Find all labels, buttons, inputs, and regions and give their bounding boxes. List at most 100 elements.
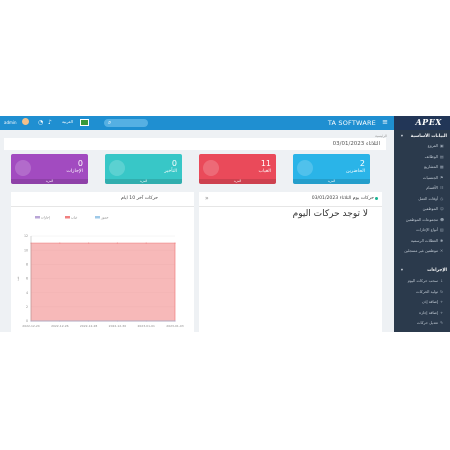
- sidebar-item[interactable]: الوظائف ▤: [425, 154, 444, 160]
- x-tick-label: 2022-12-26: [51, 324, 69, 328]
- stat-card-leaves[interactable]: 0 الإجازات المزيد: [11, 154, 88, 184]
- calendar-icon: ▥: [440, 227, 444, 232]
- x-tick-label: 2022-12-28: [80, 324, 98, 328]
- project-icon: ▦: [440, 164, 444, 169]
- date-bar: الثلاثاء 03/01/2023: [4, 138, 386, 150]
- more-link[interactable]: المزيد: [199, 179, 276, 184]
- sitemap-icon: ☷: [440, 185, 444, 190]
- top-navbar: APEX ≡ TA SOFTWARE ⌕ العربية ♪ ◔ admin: [0, 116, 450, 130]
- hamburger-icon[interactable]: ≡: [382, 118, 388, 126]
- notification-icon[interactable]: ◔: [38, 119, 43, 126]
- sidebar-item[interactable]: إضافة إجازة +: [419, 310, 444, 316]
- search-icon[interactable]: ⌕: [108, 119, 111, 127]
- sidebar-section-label: البيانات الأساسية: [410, 134, 447, 139]
- bell-icon[interactable]: ♪: [48, 119, 52, 126]
- y-tick-label: 2: [26, 305, 28, 309]
- sidebar-item[interactable]: أنواع الإجازات ▥: [416, 227, 444, 233]
- y-tick-label: 0: [26, 319, 28, 323]
- stat-card-absent[interactable]: 11 الغياب المزيد: [199, 154, 276, 184]
- stat-label: الغياب: [258, 169, 271, 174]
- sidebar-item[interactable]: موظفين غير مسجلين ✕: [404, 248, 444, 254]
- stat-card-late[interactable]: 0 التأخير المزيد: [105, 154, 182, 184]
- application-window: APEX ≡ TA SOFTWARE ⌕ العربية ♪ ◔ admin ا…: [0, 116, 450, 332]
- data-point: [174, 242, 176, 244]
- brand-area[interactable]: APEX: [394, 116, 450, 130]
- clock-icon: ◷: [440, 195, 444, 201]
- y-axis-label: عدد: [16, 276, 20, 281]
- user-x-icon: [203, 160, 219, 176]
- data-point: [59, 242, 61, 244]
- data-point: [116, 242, 118, 244]
- language-flag-icon[interactable]: [80, 119, 89, 126]
- x-tick-label: 2023-01-01: [137, 324, 155, 328]
- x-tick-label: 2022-12-30: [109, 324, 127, 328]
- app-name: TA SOFTWARE: [327, 119, 376, 127]
- today-movements-panel: حركات يوم الثلاثاء 03/01/2023 » لا توجد …: [199, 192, 382, 332]
- app-logo: APEX: [415, 117, 442, 127]
- panel-header: حركات يوم الثلاثاء 03/01/2023 »: [199, 192, 382, 207]
- avatar[interactable]: [22, 118, 29, 125]
- sidebar-item-label: الجنسيات: [422, 174, 438, 180]
- sidebar-section-actions[interactable]: الإجراءات ▾: [401, 268, 447, 273]
- more-link[interactable]: المزيد: [11, 179, 88, 184]
- stat-card-present[interactable]: 2 الحاضرين المزيد: [293, 154, 370, 184]
- y-tick-label: 8: [26, 263, 28, 267]
- stat-value: 11: [260, 159, 271, 168]
- y-tick-label: 10: [24, 248, 28, 252]
- holiday-icon: ✱: [440, 237, 444, 243]
- sidebar-item[interactable]: المشاريع ▦: [424, 164, 444, 170]
- sidebar-item[interactable]: العطلات الرسمية ✱: [411, 238, 444, 244]
- stat-value: 2: [359, 159, 365, 168]
- sidebar-item-label: الموظفين: [422, 206, 438, 211]
- series-area: [30, 242, 176, 322]
- sidebar-item[interactable]: سحب حركات اليوم ↓: [408, 278, 444, 284]
- sidebar-item[interactable]: مجموعات الموظفين ☻: [406, 217, 444, 223]
- user-x-icon: ✕: [440, 248, 444, 253]
- y-tick-label: 6: [26, 277, 28, 281]
- calendar-icon: [15, 160, 31, 176]
- search-input[interactable]: ⌕: [104, 119, 148, 127]
- plus-icon: +: [440, 309, 444, 315]
- sidebar: البيانات الأساسية ▾ الفروع ▣ الوظائف ▤ المشا…: [394, 130, 450, 332]
- user-menu[interactable]: admin: [4, 120, 17, 125]
- sidebar-item[interactable]: أوقات العمل ◷: [418, 196, 444, 202]
- sidebar-item-label: الفروع: [427, 143, 438, 148]
- sidebar-section-basic-data[interactable]: البيانات الأساسية ▾: [401, 134, 447, 139]
- sidebar-item[interactable]: الفروع ▣: [428, 143, 444, 149]
- more-link[interactable]: المزيد: [293, 179, 370, 184]
- y-tick-label: 4: [26, 291, 28, 295]
- legend-swatch: [95, 216, 100, 219]
- sidebar-item[interactable]: الأقسام ☷: [426, 185, 444, 191]
- language-selector[interactable]: العربية: [62, 119, 73, 124]
- sidebar-item[interactable]: الموظفين ☺: [423, 206, 444, 212]
- chevron-down-icon: ▾: [400, 268, 403, 273]
- flag-icon: ⚑: [440, 174, 444, 180]
- download-icon: ↓: [440, 278, 444, 283]
- sidebar-item-label: الوظائف: [424, 153, 438, 159]
- movements-area-chart: 0 2 4 6 8 10 12 عدد 2022-12-24 2022-12-26 2022-12-…: [16, 216, 184, 329]
- panel-title: حركات يوم الثلاثاء 03/01/2023: [311, 196, 374, 201]
- plus-icon: +: [440, 299, 444, 304]
- sidebar-item-label: أوقات العمل: [418, 195, 438, 201]
- stat-value: 0: [171, 159, 177, 168]
- sidebar-item[interactable]: الجنسيات ⚑: [423, 175, 444, 181]
- empty-state-message: لا توجد حركات اليوم: [292, 209, 368, 219]
- stat-label: الحاضرين: [345, 169, 365, 174]
- sidebar-item-label: موظفين غير مسجلين: [404, 248, 438, 253]
- stat-label: الإجازات: [66, 169, 83, 174]
- more-link[interactable]: المزيد: [105, 179, 182, 184]
- chevron-left-icon[interactable]: »: [205, 195, 209, 202]
- sidebar-item-label: أنواع الإجازات: [416, 227, 438, 232]
- sidebar-section-label: الإجراءات: [427, 268, 447, 273]
- y-tick-label: 12: [24, 234, 28, 238]
- clock-icon: [109, 160, 125, 176]
- sidebar-item[interactable]: إضافة إذن +: [422, 299, 444, 305]
- legend-swatch: [35, 216, 40, 219]
- sidebar-item-label: المشاريع: [424, 164, 438, 169]
- legend-label: غياب: [71, 216, 78, 220]
- sidebar-item[interactable]: توليد الحركات ↻: [416, 289, 444, 295]
- refresh-icon: ↻: [440, 288, 444, 294]
- sidebar-item[interactable]: تعديل حركات ✎: [417, 320, 444, 326]
- user-icon: [297, 160, 313, 176]
- last-10-days-panel: حركات آخر 10 ايام 0 2 4 6 8 10 12 عدد 2022-12-24…: [11, 192, 194, 332]
